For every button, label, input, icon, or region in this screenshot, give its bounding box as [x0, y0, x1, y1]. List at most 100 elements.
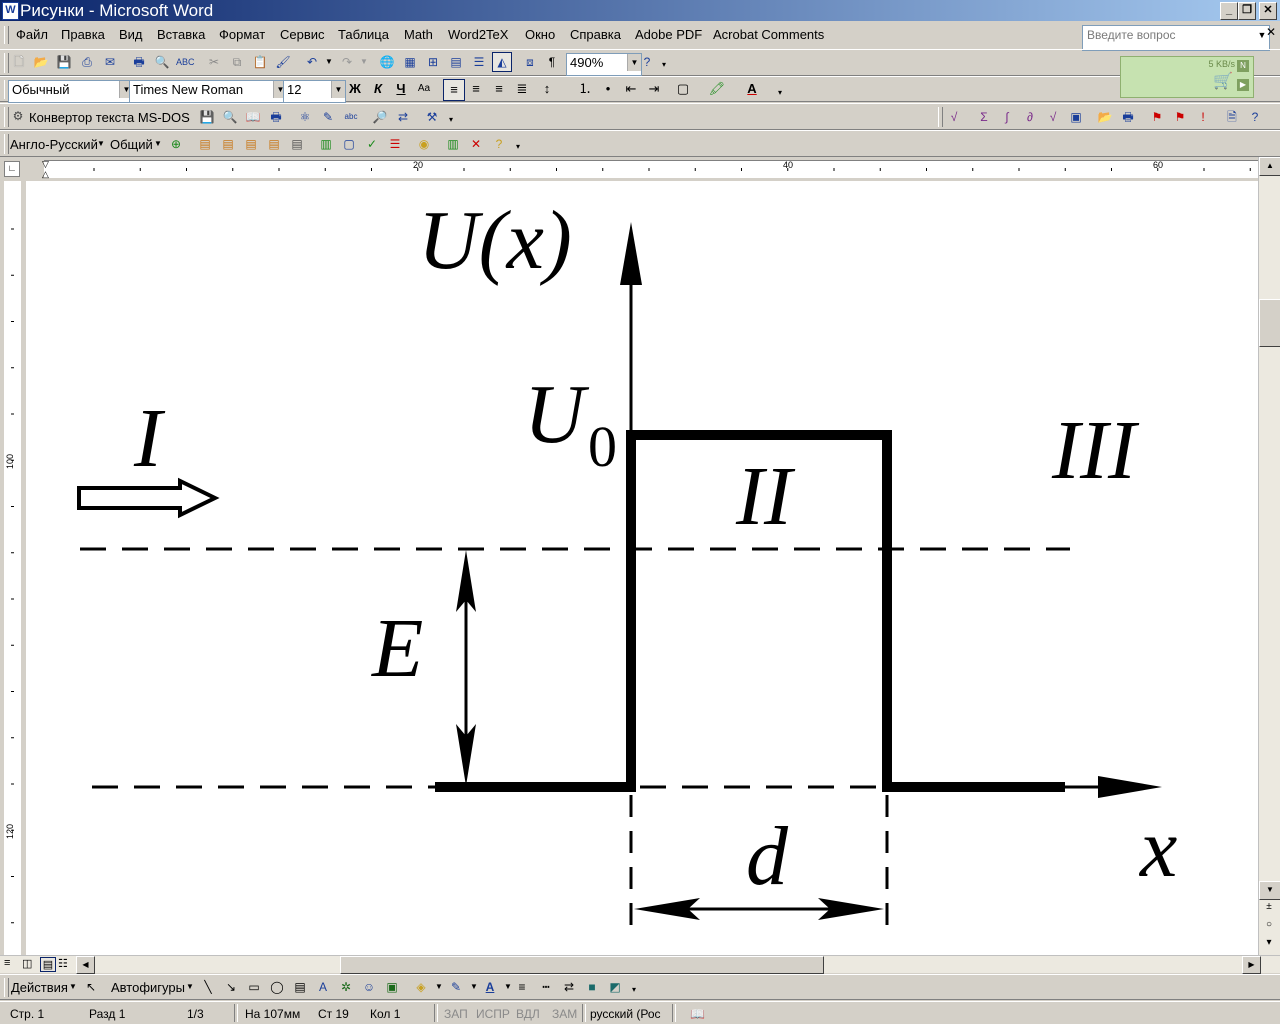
hscroll-thumb[interactable]	[340, 956, 824, 974]
toolbar-options-icon[interactable]: ▾	[655, 56, 673, 74]
permission-icon[interactable]: ⎙	[78, 53, 96, 71]
word-app-icon[interactable]: W	[2, 2, 19, 20]
oval-icon[interactable]: ◯	[268, 978, 286, 996]
bold-button[interactable]: Ж	[345, 79, 365, 99]
chevron-down-icon[interactable]: ▼	[69, 982, 77, 991]
help-icon[interactable]: ?	[638, 53, 656, 71]
3d-style-icon[interactable]: ◩	[606, 978, 624, 996]
line-color-icon[interactable]: ✎	[447, 978, 465, 996]
select-browse-object-icon[interactable]: ○	[1259, 917, 1279, 934]
translate-e-icon[interactable]: ▤	[288, 135, 306, 153]
translate-c-icon[interactable]: ▤	[242, 135, 260, 153]
undo-dropdown-icon[interactable]: ▼	[320, 53, 338, 71]
toolbar-options-icon[interactable]: ▾	[509, 138, 527, 156]
show-hide-icon[interactable]: ¶	[543, 53, 561, 71]
image-icon[interactable]: ▣	[1067, 108, 1085, 126]
edit-icon[interactable]: ✎	[319, 108, 337, 126]
new-document-icon[interactable]: 🗋	[10, 53, 28, 71]
bullets-icon[interactable]: •	[598, 79, 618, 99]
dash-style-icon[interactable]: ┅	[537, 978, 555, 996]
shadow-style-icon[interactable]: ■	[583, 978, 601, 996]
underline-button[interactable]: Ч	[391, 79, 411, 99]
math-b-icon[interactable]: ∫	[998, 108, 1016, 126]
flag-b-icon[interactable]: ⚑	[1171, 108, 1189, 126]
scroll-right-button[interactable]: ▶	[1242, 956, 1261, 974]
scroll-up-button[interactable]: ▲	[1259, 157, 1280, 176]
menu-tools[interactable]: Сервис	[280, 27, 325, 42]
converter-label[interactable]: Конвертор текста MS-DOS	[29, 110, 190, 125]
minimize-button[interactable]: _	[1220, 2, 1238, 20]
horizontal-scrollbar[interactable]: ≡ ◫ ▤ ☷ ◀ ▶	[0, 955, 1280, 974]
normal-view-icon[interactable]: ≡	[4, 957, 10, 969]
toolbar-grip[interactable]	[938, 107, 943, 127]
status-language[interactable]: русский (Рос	[590, 1007, 661, 1021]
size-select[interactable]: 12 ▼	[283, 80, 346, 103]
chevron-down-icon[interactable]: ▼	[430, 978, 448, 996]
italic-button[interactable]: К	[368, 79, 388, 99]
next-page-icon[interactable]: ▾	[1259, 935, 1279, 952]
open-icon[interactable]: 📂	[1096, 108, 1114, 126]
window-icon[interactable]: ▢	[340, 135, 358, 153]
numbering-icon[interactable]: ⒈	[575, 79, 595, 99]
menu-word2tex[interactable]: Word2TeX	[448, 27, 508, 42]
paste-icon[interactable]: 📋	[251, 53, 269, 71]
line-spacing-icon[interactable]: ↕	[537, 79, 557, 99]
select-pointer-icon[interactable]: ↖	[82, 978, 100, 996]
horizontal-ruler[interactable]: ∟ ▽ △ 20 40 60	[0, 157, 1280, 181]
print-preview-icon[interactable]: 🔍	[153, 53, 171, 71]
chevron-down-icon[interactable]: ▼	[331, 81, 345, 98]
outline-view-icon[interactable]: ☷	[58, 957, 68, 970]
undo-icon[interactable]: ↶	[303, 53, 321, 71]
tab-selector-icon[interactable]: ∟	[4, 161, 20, 177]
drawing-toggle-icon[interactable]: ◭	[492, 52, 512, 72]
tables-borders-icon[interactable]: ▦	[401, 53, 419, 71]
preview-icon[interactable]: 🔍	[221, 108, 239, 126]
status-overtype[interactable]: ЗАМ	[552, 1007, 577, 1021]
chevron-down-icon[interactable]: ▼	[186, 982, 194, 991]
print-icon[interactable]: 🖶	[130, 53, 148, 71]
status-extend[interactable]: ВДЛ	[516, 1007, 540, 1021]
options-icon[interactable]: ⚒	[423, 108, 441, 126]
spelling-icon[interactable]: ABC	[176, 53, 195, 71]
dictionary-direction[interactable]: Англо-Русский	[10, 137, 98, 152]
help-icon[interactable]: ?	[1246, 108, 1264, 126]
hyperlink-icon[interactable]: 🌐	[378, 53, 396, 71]
toolbar-options-icon[interactable]: ▾	[770, 83, 790, 103]
transform-icon[interactable]: ⚛	[296, 108, 314, 126]
menu-acrobat-comments[interactable]: Acrobat Comments	[713, 27, 824, 42]
line-icon[interactable]: ╲	[199, 978, 217, 996]
chevron-down-icon[interactable]: ▼	[154, 139, 162, 148]
spelling-status-icon[interactable]: 📖	[690, 1007, 705, 1021]
books-icon[interactable]: ▥	[444, 135, 462, 153]
toolbar-grip[interactable]	[4, 53, 9, 73]
document-canvas[interactable]: U(x) U 0 I II III E d x	[26, 181, 1258, 955]
alert-icon[interactable]: !	[1194, 108, 1212, 126]
maximize-button[interactable]: ❐	[1238, 2, 1256, 20]
scroll-down-button[interactable]: ▼	[1259, 881, 1280, 900]
print-icon[interactable]: 🖶	[1119, 108, 1137, 126]
dictionary-topic[interactable]: Общий	[110, 137, 153, 152]
status-track-changes[interactable]: ИСПР	[476, 1007, 510, 1021]
print-icon[interactable]: 🖶	[267, 108, 285, 126]
insert-table-icon[interactable]: ⊞	[424, 53, 442, 71]
math-c-icon[interactable]: ∂	[1021, 108, 1039, 126]
play-icon[interactable]: ▶	[1237, 79, 1249, 91]
email-icon[interactable]: ✉	[101, 53, 119, 71]
columns-icon[interactable]: ☰	[470, 53, 488, 71]
translate-d-icon[interactable]: ▤	[265, 135, 283, 153]
clipart-icon[interactable]: ☺	[360, 978, 378, 996]
document-map-icon[interactable]: ⧈	[521, 53, 539, 71]
close-document-icon[interactable]: ✕	[1266, 25, 1276, 39]
menu-math[interactable]: Math	[404, 27, 433, 42]
style-select[interactable]: Обычный ▼	[8, 80, 134, 103]
diagram-icon[interactable]: ✲	[337, 978, 355, 996]
textbox-icon[interactable]: ▤	[291, 978, 309, 996]
menu-format[interactable]: Формат	[219, 27, 265, 42]
chevron-down-icon[interactable]: ▼	[97, 139, 105, 148]
toolbar-grip[interactable]	[4, 134, 9, 154]
menu-view[interactable]: Вид	[119, 27, 143, 42]
picture-icon[interactable]: ▣	[383, 978, 401, 996]
menu-adobe-pdf[interactable]: Adobe PDF	[635, 27, 702, 42]
scroll-thumb[interactable]	[1259, 299, 1280, 347]
search-icon[interactable]: 🔎	[371, 108, 389, 126]
